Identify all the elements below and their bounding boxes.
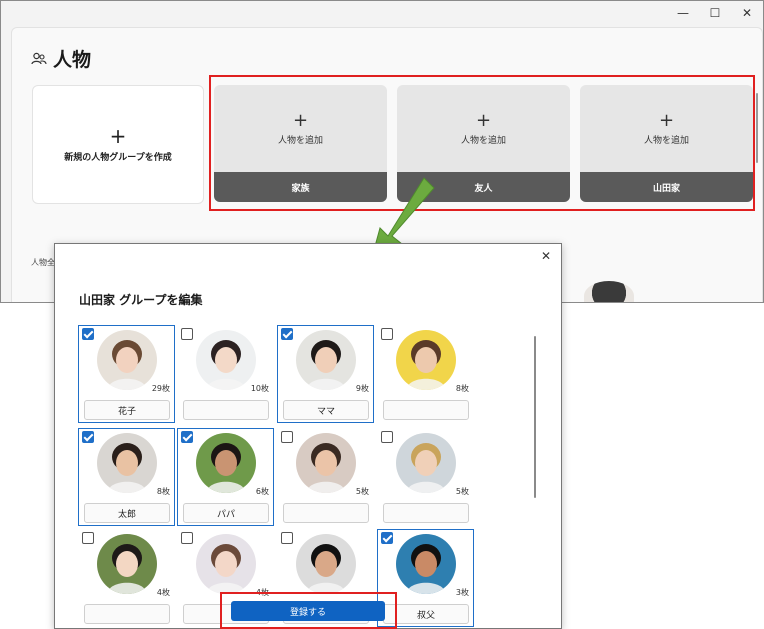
create-new-group-card[interactable]: + 新規の人物グループを作成 [32, 85, 204, 204]
create-new-group-label: 新規の人物グループを作成 [64, 153, 172, 163]
minimize-icon[interactable]: — [667, 1, 699, 25]
person-name-field[interactable] [383, 400, 469, 420]
select-checkbox[interactable] [381, 532, 393, 544]
avatar-face [315, 551, 337, 577]
person-tile[interactable]: 10枚 [177, 325, 274, 423]
photo-count: 9枚 [355, 384, 369, 393]
avatar [396, 330, 456, 390]
select-checkbox[interactable] [281, 431, 293, 443]
avatar-face [315, 347, 337, 373]
avatar-face [315, 450, 337, 476]
person-tile[interactable]: 8枚太郎 [78, 428, 175, 526]
avatar [196, 433, 256, 493]
person-name-field[interactable] [283, 503, 369, 523]
avatar [196, 330, 256, 390]
avatar [584, 281, 634, 302]
maximize-icon[interactable]: ☐ [699, 1, 731, 25]
people-icon [31, 52, 47, 64]
window-controls: — ☐ ✕ [667, 1, 763, 25]
avatar-face [116, 450, 138, 476]
person-tile[interactable]: 6枚パパ [177, 428, 274, 526]
page-title-text: 人物 [53, 49, 92, 71]
avatar [396, 534, 456, 594]
select-checkbox[interactable] [181, 532, 193, 544]
edit-group-dialog: ✕ 山田家 グループを編集 29枚 花子 10枚 9枚 ママ 8枚 8枚 太郎 6枚 パパ 5枚 5枚… [54, 243, 562, 629]
scrollbar[interactable] [756, 93, 758, 163]
person-name-field[interactable]: 花子 [84, 400, 170, 420]
photo-count: 6枚 [255, 487, 269, 496]
person-name-field[interactable] [183, 400, 269, 420]
photo-count: 10枚 [250, 384, 269, 393]
select-checkbox[interactable] [281, 328, 293, 340]
highlight-box-register [220, 592, 397, 629]
select-checkbox[interactable] [381, 328, 393, 340]
photo-count: 8枚 [156, 487, 170, 496]
avatar [97, 534, 157, 594]
page-title: 人物 [31, 45, 91, 72]
person-tile[interactable]: 29枚花子 [78, 325, 175, 423]
avatar-face [415, 347, 437, 373]
avatar-face [116, 551, 138, 577]
person-tile[interactable]: 8枚 [377, 325, 474, 423]
scrollbar[interactable] [534, 336, 536, 498]
section-subtitle: 人物全 [31, 258, 55, 267]
avatar [196, 534, 256, 594]
person-name-field[interactable]: 太郎 [84, 503, 170, 523]
avatar-face [215, 551, 237, 577]
avatar [296, 330, 356, 390]
avatar-face [415, 551, 437, 577]
avatar-face [215, 450, 237, 476]
avatar-face [415, 450, 437, 476]
avatar [97, 330, 157, 390]
photo-count: 5枚 [455, 487, 469, 496]
avatar-face [116, 347, 138, 373]
select-checkbox[interactable] [82, 328, 94, 340]
select-checkbox[interactable] [82, 532, 94, 544]
photo-count: 3枚 [455, 588, 469, 597]
person-tile[interactable]: 9枚ママ [277, 325, 374, 423]
person-name-field[interactable] [383, 503, 469, 523]
photo-count: 29枚 [151, 384, 170, 393]
close-icon[interactable]: ✕ [731, 1, 763, 25]
avatar [296, 534, 356, 594]
highlight-box-groups [209, 75, 755, 211]
avatar [396, 433, 456, 493]
avatar [97, 433, 157, 493]
dialog-title: 山田家 グループを編集 [79, 293, 203, 307]
select-checkbox[interactable] [82, 431, 94, 443]
person-name-field[interactable] [84, 604, 170, 624]
photo-count: 5枚 [355, 487, 369, 496]
select-checkbox[interactable] [281, 532, 293, 544]
select-checkbox[interactable] [181, 328, 193, 340]
avatar [296, 433, 356, 493]
person-tile[interactable]: 5枚 [377, 428, 474, 526]
plus-icon: + [109, 124, 127, 148]
select-checkbox[interactable] [181, 431, 193, 443]
person-name-field[interactable]: ママ [283, 400, 369, 420]
person-name-field[interactable]: パパ [183, 503, 269, 523]
select-checkbox[interactable] [381, 431, 393, 443]
photo-count: 8枚 [455, 384, 469, 393]
person-tile[interactable]: 4枚 [78, 529, 175, 627]
avatar-face [215, 347, 237, 373]
person-tile[interactable]: 5枚 [277, 428, 374, 526]
close-icon[interactable]: ✕ [541, 249, 551, 263]
photo-count: 4枚 [156, 588, 170, 597]
